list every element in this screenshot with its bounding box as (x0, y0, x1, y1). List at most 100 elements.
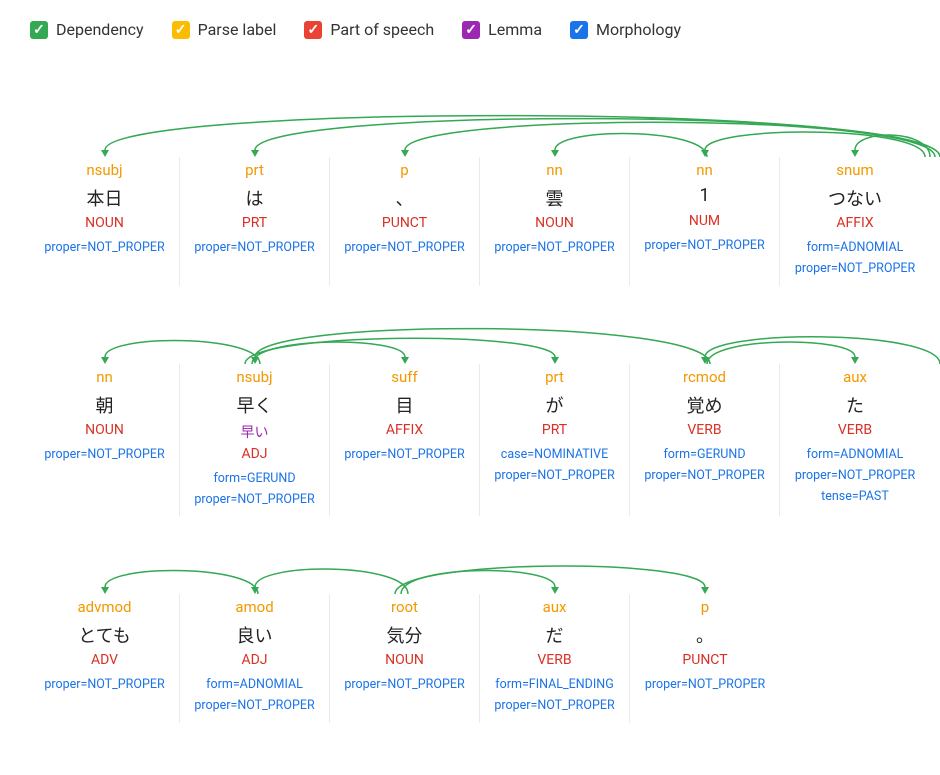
checkbox-icon[interactable] (172, 21, 190, 39)
tokens: advmodとてもADVproper=NOT_PROPERamod良いADJfo… (30, 594, 910, 723)
token-row: nn朝NOUNproper=NOT_PROPERnsubj早く早いADJform… (30, 306, 910, 517)
token: nn朝NOUNproper=NOT_PROPER (30, 364, 180, 517)
morphology-feature: proper=NOT_PROPER (336, 237, 473, 258)
morphology-feature: proper=NOT_PROPER (636, 465, 773, 486)
part-of-speech: ADJ (186, 652, 323, 670)
parse-label: snum (786, 161, 924, 181)
morphology-feature: proper=NOT_PROPER (486, 465, 623, 486)
dependency-arcs (30, 306, 910, 364)
legend-item-lemma[interactable]: Lemma (462, 20, 542, 39)
morphology-feature: proper=NOT_PROPER (186, 695, 323, 716)
parse-label: p (636, 598, 774, 618)
morphology: proper=NOT_PROPER (486, 237, 623, 258)
lemma: 早い (186, 422, 323, 442)
morphology: proper=NOT_PROPER (636, 235, 773, 256)
parse-label: nsubj (186, 368, 323, 388)
parse-label: nn (36, 368, 173, 388)
token-text: 早く (186, 392, 323, 418)
parse-label: aux (486, 598, 623, 618)
legend-label: Parse label (198, 20, 277, 39)
part-of-speech: AFFIX (336, 422, 473, 440)
morphology-feature: form=ADNOMIAL (186, 674, 323, 695)
legend-item-parse-label[interactable]: Parse label (172, 20, 277, 39)
morphology: proper=NOT_PROPER (336, 444, 473, 465)
morphology: proper=NOT_PROPER (336, 237, 473, 258)
token-row: nsubj本日NOUNproper=NOT_PROPERprtはPRTprope… (30, 99, 910, 286)
token: nn 雲 NOUN proper=NOT_PROPER (480, 157, 630, 286)
morphology-feature: case=NOMINATIVE (486, 444, 623, 465)
token: suff 目 AFFIX proper=NOT_PROPER (330, 364, 480, 517)
tokens: nn朝NOUNproper=NOT_PROPERnsubj早く早いADJform… (30, 364, 910, 517)
token-text: 目 (336, 392, 473, 418)
parse-label: aux (786, 368, 924, 388)
morphology: case=NOMINATIVEproper=NOT_PROPER (486, 444, 623, 487)
dependency-tree: nsubj 本日 NOUN proper=NOT_PROPER prt は PRT prope… (30, 99, 910, 723)
morphology-feature: proper=NOT_PROPER (336, 444, 473, 465)
morphology-feature: proper=NOT_PROPER (36, 674, 173, 695)
checkbox-icon[interactable] (570, 21, 588, 39)
token: rcmod覚めVERBform=GERUNDproper=NOT_PROPER (630, 364, 780, 517)
token-text: とても (36, 622, 173, 648)
token-text: 本日 (36, 185, 173, 211)
token-text: 雲 (486, 185, 623, 211)
morphology: form=ADNOMIALproper=NOT_PROPER (186, 674, 323, 717)
part-of-speech: VERB (636, 422, 773, 440)
part-of-speech: PRT (486, 422, 623, 440)
morphology-feature: proper=NOT_PROPER (636, 674, 774, 695)
parse-label: p (336, 161, 473, 181)
parse-label: nn (486, 161, 623, 181)
checkbox-icon[interactable] (30, 21, 48, 39)
parse-label: nn (636, 161, 773, 181)
token: prtはPRTproper=NOT_PROPER (180, 157, 330, 286)
token-text: は (186, 185, 323, 211)
legend-item-morphology[interactable]: Morphology (570, 20, 681, 39)
token-text: が (486, 392, 623, 418)
token-text: だ (486, 622, 623, 648)
parse-label: amod (186, 598, 323, 618)
legend: Dependency Parse label Part of speech Le… (30, 20, 910, 39)
token: nsubj本日NOUNproper=NOT_PROPER (30, 157, 180, 286)
token: snumつないAFFIXform=ADNOMIALproper=NOT_PROP… (780, 157, 930, 286)
checkbox-icon[interactable] (304, 21, 322, 39)
morphology-feature: proper=NOT_PROPER (486, 695, 623, 716)
token-text: 気分 (336, 622, 473, 648)
morphology-feature: proper=NOT_PROPER (786, 465, 924, 486)
morphology-feature: proper=NOT_PROPER (336, 674, 473, 695)
token: prtがPRTcase=NOMINATIVEproper=NOT_PROPER (480, 364, 630, 517)
checkbox-icon[interactable] (462, 21, 480, 39)
morphology-feature: form=GERUND (636, 444, 773, 465)
legend-label: Dependency (56, 20, 144, 39)
morphology: form=GERUNDproper=NOT_PROPER (186, 468, 323, 511)
part-of-speech: AFFIX (786, 215, 924, 233)
token-text: つない (786, 185, 924, 211)
token-row: advmodとてもADVproper=NOT_PROPERamod良いADJfo… (30, 536, 910, 723)
morphology-feature: proper=NOT_PROPER (36, 444, 173, 465)
token: root気分NOUNproper=NOT_PROPER (330, 594, 480, 723)
token: p。PUNCTproper=NOT_PROPER (630, 594, 780, 723)
morphology-feature: proper=NOT_PROPER (186, 237, 323, 258)
morphology-feature: tense=PAST (786, 486, 924, 507)
legend-item-dependency[interactable]: Dependency (30, 20, 144, 39)
part-of-speech: PUNCT (636, 652, 774, 670)
token: p、PUNCTproper=NOT_PROPER (330, 157, 480, 286)
parse-label: suff (336, 368, 473, 388)
morphology: proper=NOT_PROPER (36, 444, 173, 465)
morphology: form=ADNOMIALproper=NOT_PROPERtense=PAST (786, 444, 924, 508)
morphology: proper=NOT_PROPER (36, 674, 173, 695)
legend-label: Lemma (488, 20, 542, 39)
morphology-feature: proper=NOT_PROPER (636, 235, 773, 256)
part-of-speech: VERB (486, 652, 623, 670)
dependency-arcs (30, 536, 910, 594)
part-of-speech: NOUN (36, 422, 173, 440)
token: advmodとてもADVproper=NOT_PROPER (30, 594, 180, 723)
parse-label: prt (186, 161, 323, 181)
legend-item-pos[interactable]: Part of speech (304, 20, 434, 39)
morphology-feature: form=GERUND (186, 468, 323, 489)
part-of-speech: NOUN (486, 215, 623, 233)
morphology: proper=NOT_PROPER (36, 237, 173, 258)
parse-label: nsubj (36, 161, 173, 181)
morphology-feature: proper=NOT_PROPER (36, 237, 173, 258)
token-text: 覚め (636, 392, 773, 418)
part-of-speech: NUM (636, 213, 773, 231)
token: auxだVERBform=FINAL_ENDINGproper=NOT_PROP… (480, 594, 630, 723)
